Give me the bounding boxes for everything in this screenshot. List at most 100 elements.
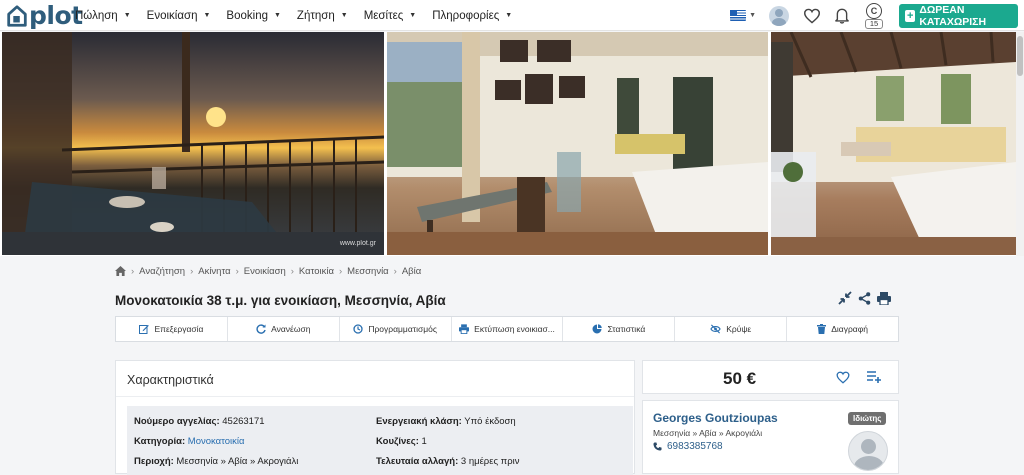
breadcrumb-item[interactable]: Ακίνητα [198,266,230,277]
greek-flag-icon[interactable] [730,10,747,21]
logo-house-icon [7,4,27,27]
user-avatar[interactable] [769,5,789,26]
balcony-sunset-photo[interactable]: www.plot.gr [2,32,384,255]
nav-item-info[interactable]: Πληροφορίες ▼ [432,10,512,22]
breadcrumb-separator: › [131,265,135,277]
save-favorite-button[interactable] [836,371,850,389]
print-rental-label: Εκτύπωση ενοικιασ... [474,324,555,334]
agent-location: Μεσσηνία » Αβία » Ακρογιάλι [653,428,763,438]
nav-item-label: Πώληση [75,9,118,22]
top-navigation-bar: plot Πώληση ▼ Ενοικίαση ▼ Booking ▼ Ζήτηση ▼… [0,0,1024,31]
agent-phone-number: 6983385768 [667,441,723,452]
breadcrumb-separator: › [290,265,294,277]
plot-logo[interactable]: plot [6,1,83,30]
nav-item-booking[interactable]: Booking ▼ [226,10,281,22]
breadcrumb-separator: › [338,265,343,277]
share-button[interactable] [858,291,871,305]
credits-count: 15 [865,18,883,29]
trash-icon [817,324,827,334]
bedroom-illustration [771,32,1016,255]
breadcrumb-separator: › [190,265,194,277]
divider [116,396,634,397]
schedule-button[interactable]: Προγραμματισμός [340,317,452,341]
hide-label: Κρύψε [726,324,752,334]
nav-item-label: Ενοικίαση [146,9,198,22]
title-actions [838,291,897,305]
statistics-button[interactable]: Στατιστικά [563,317,676,341]
statistics-label: Στατιστικά [607,324,646,334]
breadcrumb-item[interactable]: Ενοικίαση [244,266,286,277]
chevron-down-icon: ▼ [409,12,417,19]
free-listing-button[interactable]: + ΔΩΡΕΑΝ ΚΑΤΑΧΩΡΙΣΗ [899,3,1018,28]
chevron-down-icon: ▼ [123,12,131,19]
top-right-actions: ▼ C 15 + ΔΩΡΕΑΝ ΚΑΤΑΧΩΡΙΣΗ [730,0,1024,31]
private-seller-badge: Ιδιώτης [848,412,887,425]
agent-name[interactable]: Georges Goutzioupas [653,411,778,425]
feature-last-change: Τελευταία αλλαγή: 3 ημέρες πριν [376,456,519,467]
feature-ad-number: Νούμερο αγγελίας: 45263171 [134,416,265,427]
nav-item-agents[interactable]: Μεσίτες ▼ [364,10,417,22]
edit-label: Επεξεργασία [154,324,204,334]
refresh-icon [256,324,266,334]
collapse-button[interactable] [838,291,852,305]
nav-item-label: Ζήτηση [296,9,335,22]
feature-kitchens: Κουζίνες: 1 [376,436,427,447]
notifications-button[interactable] [834,7,850,24]
feature-energy-class: Ενεργειακή κλάση: Υπό έκδοση [376,416,516,427]
hide-button[interactable]: Κρύψε [675,317,788,341]
add-to-list-button[interactable] [867,370,881,389]
refresh-label: Ανανέωση [271,324,311,334]
free-listing-label: ΔΩΡΕΑΝ ΚΑΤΑΧΩΡΙΣΗ [919,3,987,28]
nav-item-label: Booking [226,9,268,22]
delete-button[interactable]: Διαγραφή [787,317,898,341]
bedroom-photo[interactable] [771,32,1016,255]
heart-icon [803,8,821,24]
breadcrumb-item[interactable]: Αβία [402,266,421,277]
feature-value: 45263171 [222,416,265,427]
breadcrumb-item[interactable]: Κατοικία [299,266,334,277]
print-rental-button[interactable]: Εκτύπωση ενοικιασ... [452,317,564,341]
chevron-down-icon[interactable]: ▼ [749,12,756,19]
chevron-down-icon: ▼ [203,12,211,19]
feature-category: Κατηγορία: Μονοκατοικία [134,436,245,447]
feature-area: Περιοχή: Μεσσηνία » Αβία » Ακρογιάλι [134,456,298,467]
refresh-button[interactable]: Ανανέωση [228,317,340,341]
nav-item-demand[interactable]: Ζήτηση ▼ [297,10,348,22]
living-room-photo[interactable] [387,32,768,255]
listing-title: Μονοκατοικία 38 τ.μ. για ενοικίαση, Μεσσ… [115,293,446,308]
category-link[interactable]: Μονοκατοικία [188,436,245,447]
breadcrumb-item[interactable]: Μεσσηνία [347,266,389,277]
breadcrumb-separator: › [235,265,239,277]
feature-label: Νούμερο αγγελίας: [134,416,220,427]
print-button[interactable] [877,291,891,305]
home-icon[interactable] [115,266,126,276]
favorites-button[interactable] [803,8,821,24]
agent-phone[interactable]: 6983385768 [653,441,723,452]
listing-price: 50 € [723,369,757,388]
edit-icon [139,325,150,334]
feature-value: 1 [421,436,427,447]
credits-button[interactable]: C 15 [863,2,885,30]
feature-value: Υπό έκδοση [464,416,516,427]
clock-refresh-icon [353,324,363,334]
page-scrollbar[interactable] [1016,32,1024,256]
feature-label: Περιοχή: [134,456,174,467]
agent-card: Georges Goutzioupas Μεσσηνία » Αβία » Ακ… [642,400,899,474]
compress-arrows-icon [838,291,852,305]
heart-icon [836,371,850,384]
chevron-down-icon: ▼ [273,12,281,19]
breadcrumb-item[interactable]: Αναζήτηση [139,266,185,277]
chevron-down-icon: ▼ [340,12,348,19]
share-icon [858,291,871,305]
features-table: Νούμερο αγγελίας: 45263171 Κατηγορία: Μο… [127,406,633,475]
nav-item-sale[interactable]: Πώληση ▼ [75,10,131,22]
main-nav: Πώληση ▼ Ενοικίαση ▼ Booking ▼ Ζήτηση ▼ Μεσί… [75,0,528,31]
feature-value: 3 ημέρες πριν [460,456,520,467]
printer-icon [459,324,470,334]
phone-icon [653,442,662,451]
feature-label: Ενεργειακή κλάση: [376,416,462,427]
nav-item-rent[interactable]: Ενοικίαση ▼ [147,10,211,22]
edit-button[interactable]: Επεξεργασία [116,317,228,341]
eye-slash-icon [710,324,721,334]
nav-item-label: Πληροφορίες [432,9,500,22]
